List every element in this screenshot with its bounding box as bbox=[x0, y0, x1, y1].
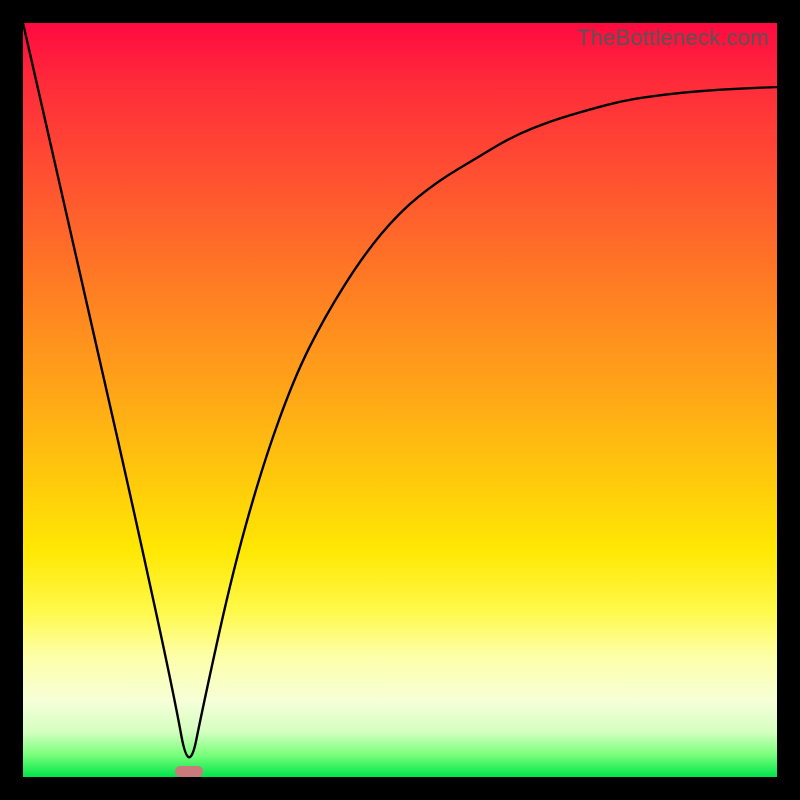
bottleneck-curve bbox=[23, 23, 777, 777]
plot-area: TheBottleneck.com bbox=[23, 23, 777, 777]
watermark-text: TheBottleneck.com bbox=[577, 25, 769, 51]
curve-path bbox=[23, 23, 777, 757]
chart-frame: TheBottleneck.com bbox=[0, 0, 800, 800]
trough-marker bbox=[175, 766, 203, 777]
